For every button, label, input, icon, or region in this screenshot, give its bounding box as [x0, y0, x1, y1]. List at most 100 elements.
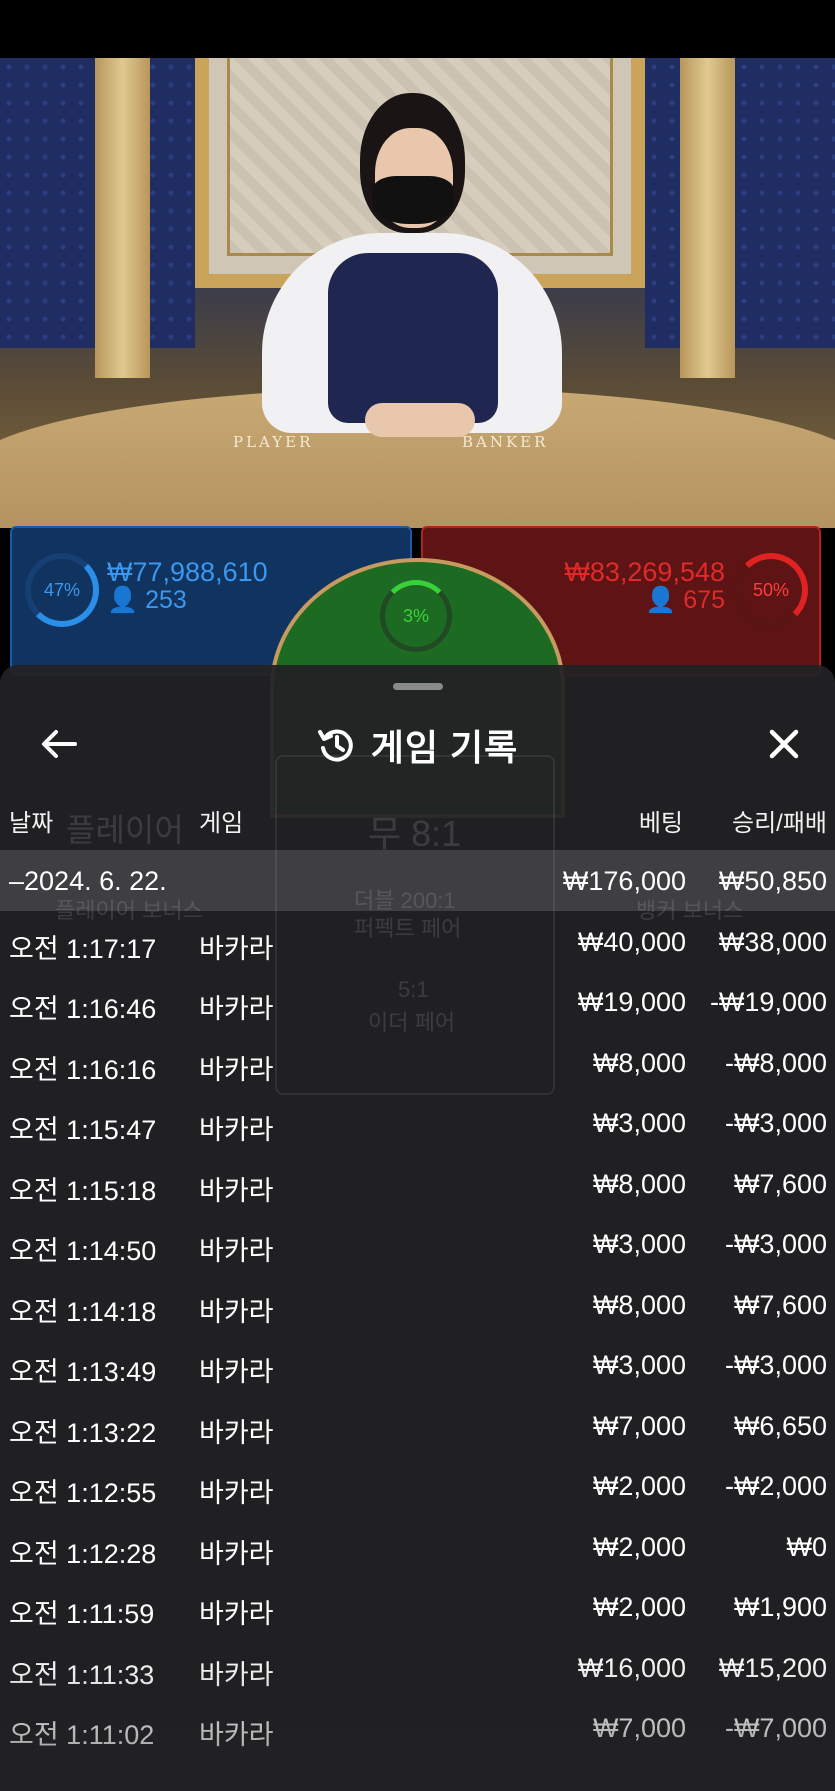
banker-bet-users: 👤 675: [645, 586, 725, 615]
date-group-bet-total: ₩176,000: [562, 866, 686, 896]
date-group-result-total: ₩50,850: [718, 866, 827, 896]
close-button[interactable]: [755, 715, 813, 773]
pillar-left: [95, 58, 150, 378]
banker-bet-amount: ₩83,269,548: [564, 557, 725, 587]
sheet-header: 게임 기록: [0, 705, 835, 785]
row-result: -₩7,000: [724, 1713, 827, 1743]
row-result: -₩3,000: [724, 1108, 827, 1138]
row-bet: ₩3,000: [592, 1108, 686, 1138]
row-game: 바카라: [199, 1236, 274, 1266]
history-row[interactable]: 오전 1:11:02 바카라 ₩7,000 -₩7,000: [0, 1697, 835, 1758]
row-time: 오전 1:11:02: [9, 1720, 155, 1750]
row-time: 오전 1:14:50: [9, 1236, 157, 1266]
pillar-right: [680, 58, 735, 378]
banker-percent: 50%: [752, 579, 790, 600]
row-time: 오전 1:14:18: [9, 1296, 157, 1327]
date-group-row[interactable]: –2024. 6. 22. ₩176,000 ₩50,850: [0, 850, 835, 911]
row-time: 오전 1:12:28: [9, 1538, 157, 1569]
drag-handle[interactable]: [393, 683, 443, 690]
row-game: 바카라: [199, 1599, 274, 1629]
row-bet: ₩8,000: [592, 1289, 686, 1320]
row-time: 오전 1:11:59: [9, 1599, 155, 1629]
row-result: -₩8,000: [724, 1047, 827, 1078]
row-bet: ₩2,000: [592, 1592, 686, 1622]
row-bet: ₩40,000: [577, 926, 686, 957]
dealer-mask: [372, 176, 454, 224]
user-icon: 👤: [107, 586, 139, 614]
history-row[interactable]: 오전 1:14:18 바카라 ₩8,000 ₩7,600: [0, 1274, 835, 1335]
row-game: 바카라: [199, 1296, 274, 1327]
row-time: 오전 1:11:33: [9, 1659, 155, 1690]
history-icon: [317, 729, 353, 762]
tie-percent-ring: 3%: [380, 580, 452, 652]
sheet-title: 게임 기록: [370, 727, 519, 768]
history-list: –2024. 6. 22. ₩176,000 ₩50,850 오전 1:17:1…: [0, 850, 835, 1758]
row-bet: ₩3,000: [592, 1229, 686, 1259]
history-row[interactable]: 오전 1:13:22 바카라 ₩7,000 ₩6,650: [0, 1395, 835, 1456]
row-game: 바카라: [199, 1175, 274, 1206]
player-bet-amount: ₩77,988,610: [107, 557, 268, 587]
history-row[interactable]: 오전 1:15:18 바카라 ₩8,000 ₩7,600: [0, 1153, 835, 1214]
row-game: 바카라: [199, 994, 274, 1024]
row-time: 오전 1:15:18: [9, 1175, 157, 1206]
row-bet: ₩7,000: [592, 1410, 686, 1441]
player-users-count: 253: [145, 586, 187, 614]
row-result: ₩0: [786, 1531, 828, 1562]
history-row[interactable]: 오전 1:16:16 바카라 ₩8,000 -₩8,000: [0, 1032, 835, 1093]
history-row[interactable]: 오전 1:17:17 바카라 ₩40,000 ₩38,000: [0, 911, 835, 972]
row-time: 오전 1:12:55: [9, 1478, 157, 1508]
row-bet: ₩8,000: [592, 1168, 686, 1199]
column-game[interactable]: 게임: [199, 803, 243, 838]
row-bet: ₩2,000: [592, 1471, 686, 1501]
history-row[interactable]: 오전 1:13:49 바카라 ₩3,000 -₩3,000: [0, 1334, 835, 1395]
row-game: 바카라: [199, 1115, 274, 1145]
row-game: 바카라: [199, 933, 274, 964]
row-game: 바카라: [199, 1659, 274, 1690]
history-row[interactable]: 오전 1:12:28 바카라 ₩2,000 ₩0: [0, 1516, 835, 1577]
row-result: ₩1,900: [733, 1592, 827, 1622]
column-result[interactable]: 승리/패배: [732, 803, 827, 838]
row-game: 바카라: [199, 1357, 274, 1387]
banker-percent-ring: 50%: [734, 553, 808, 627]
history-row[interactable]: 오전 1:11:59 바카라 ₩2,000 ₩1,900: [0, 1576, 835, 1637]
history-row[interactable]: 오전 1:14:50 바카라 ₩3,000 -₩3,000: [0, 1213, 835, 1274]
row-game: 바카라: [199, 1054, 274, 1085]
game-history-sheet: 플레이어 무 8:1 더블 200:1 퍼펙트 페어 플레이어 보너스 뱅커 보…: [0, 665, 835, 1791]
row-bet: ₩16,000: [577, 1652, 686, 1683]
row-time: 오전 1:13:22: [9, 1417, 157, 1448]
row-time: 오전 1:16:46: [9, 994, 157, 1024]
row-time: 오전 1:13:49: [9, 1357, 157, 1387]
row-result: ₩7,600: [733, 1168, 827, 1199]
player-percent-ring: 47%: [25, 553, 99, 627]
dealer-hands: [365, 403, 475, 437]
row-time: 오전 1:17:17: [9, 933, 157, 964]
row-time: 오전 1:16:16: [9, 1054, 157, 1085]
row-bet: ₩2,000: [592, 1531, 686, 1562]
dealer-vest: [328, 253, 498, 423]
row-result: -₩3,000: [724, 1350, 827, 1380]
history-row[interactable]: 오전 1:12:55 바카라 ₩2,000 -₩2,000: [0, 1455, 835, 1516]
wall-panel-right: [645, 58, 835, 348]
row-result: ₩7,600: [733, 1289, 827, 1320]
history-row[interactable]: 오전 1:16:46 바카라 ₩19,000 -₩19,000: [0, 971, 835, 1032]
date-group-label: –2024. 6. 22.: [9, 866, 167, 896]
user-icon: 👤: [645, 586, 677, 614]
history-row[interactable]: 오전 1:15:47 바카라 ₩3,000 -₩3,000: [0, 1092, 835, 1153]
row-game: 바카라: [199, 1417, 274, 1448]
row-result: ₩38,000: [718, 926, 827, 957]
row-game: 바카라: [199, 1720, 274, 1750]
history-row[interactable]: 오전 1:11:33 바카라 ₩16,000 ₩15,200: [0, 1637, 835, 1698]
row-result: -₩3,000: [724, 1229, 827, 1259]
column-bet[interactable]: 베팅: [639, 803, 683, 838]
row-result: -₩19,000: [709, 987, 827, 1017]
row-time: 오전 1:15:47: [9, 1115, 157, 1145]
row-game: 바카라: [199, 1538, 274, 1569]
status-bar: [0, 0, 835, 58]
ghost-player-ratio: 플레이어: [66, 812, 184, 848]
row-result: ₩6,650: [733, 1410, 827, 1441]
banker-table-label: BANKER: [462, 433, 549, 451]
close-icon: [769, 729, 799, 759]
column-date[interactable]: 날짜: [9, 803, 53, 838]
row-bet: ₩7,000: [592, 1713, 686, 1743]
banker-users-count: 675: [683, 586, 725, 614]
